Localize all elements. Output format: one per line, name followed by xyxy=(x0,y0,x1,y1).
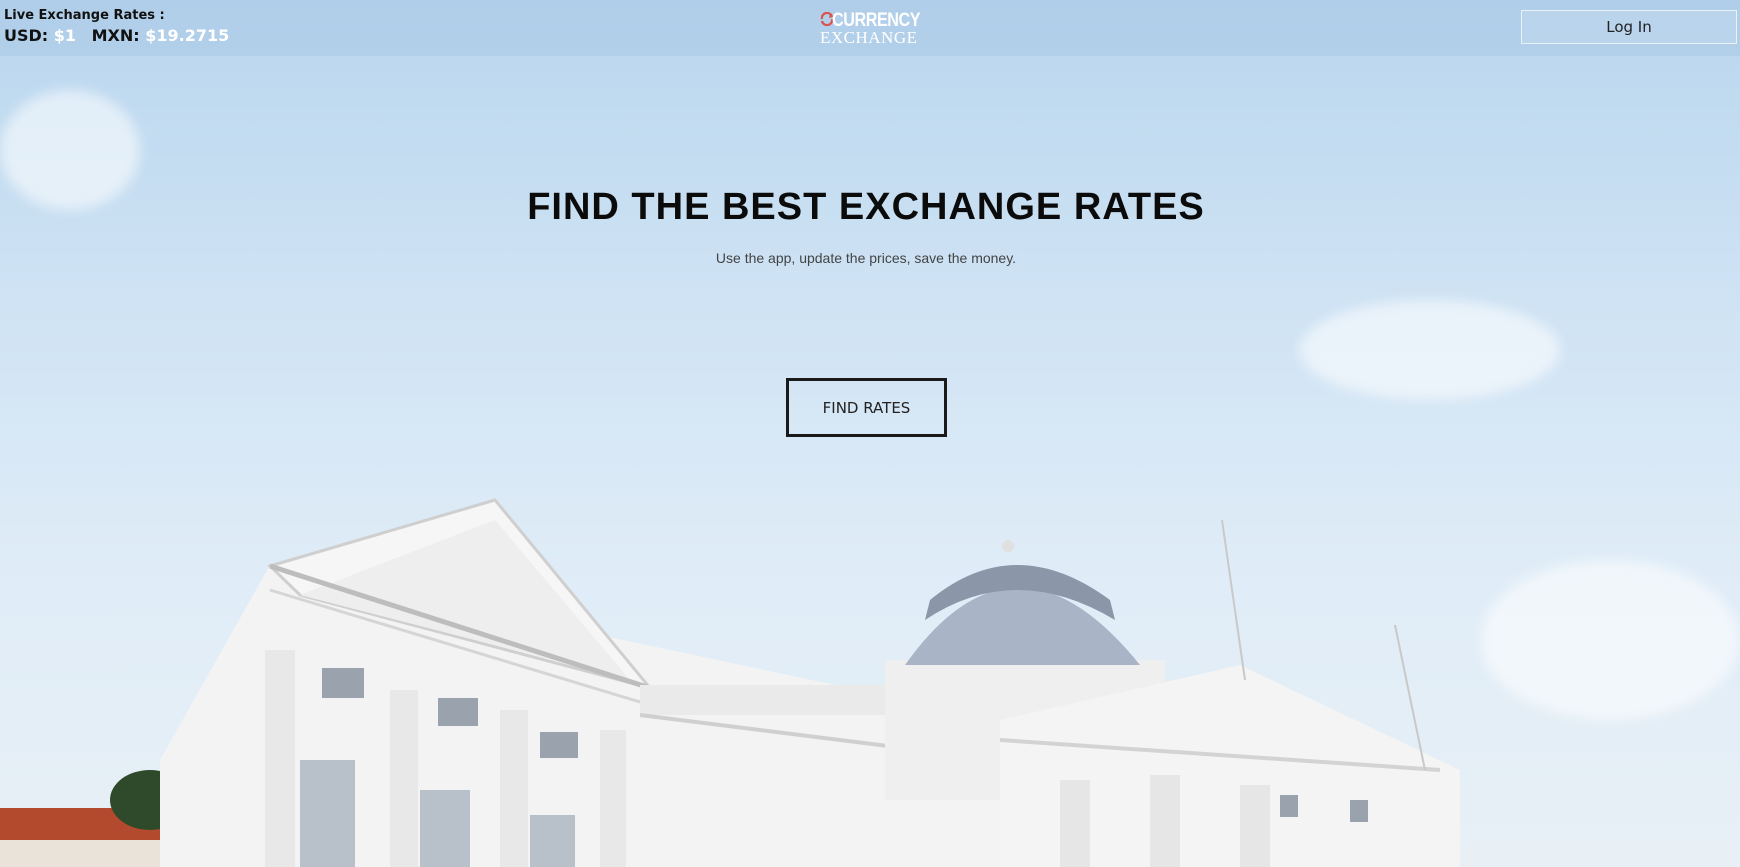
live-rates: Live Exchange Rates : USD: $1 MXN: $19.2… xyxy=(4,8,229,45)
mxn-label: MXN: xyxy=(91,26,140,45)
top-bar: Live Exchange Rates : USD: $1 MXN: $19.2… xyxy=(0,0,1740,56)
usd-value: $1 xyxy=(53,26,77,45)
find-rates-button[interactable]: FIND RATES xyxy=(786,378,947,437)
live-rates-title: Live Exchange Rates : xyxy=(4,8,165,23)
login-button[interactable]: Log In xyxy=(1521,10,1737,44)
currency-exchange-logo[interactable]: CURRENCY EXCHANGE xyxy=(820,10,921,47)
usd-label: USD: xyxy=(4,26,49,45)
museum-building-image xyxy=(0,498,1460,867)
rates-line: USD: $1 MXN: $19.2715 xyxy=(4,26,229,45)
mxn-value: $19.2715 xyxy=(145,26,230,45)
hero-title: FIND THE BEST EXCHANGE RATES xyxy=(527,186,1205,228)
cloud xyxy=(1300,300,1560,400)
hero-subtitle: Use the app, update the prices, save the… xyxy=(715,250,1017,266)
logo-word-bottom: EXCHANGE xyxy=(820,28,918,47)
